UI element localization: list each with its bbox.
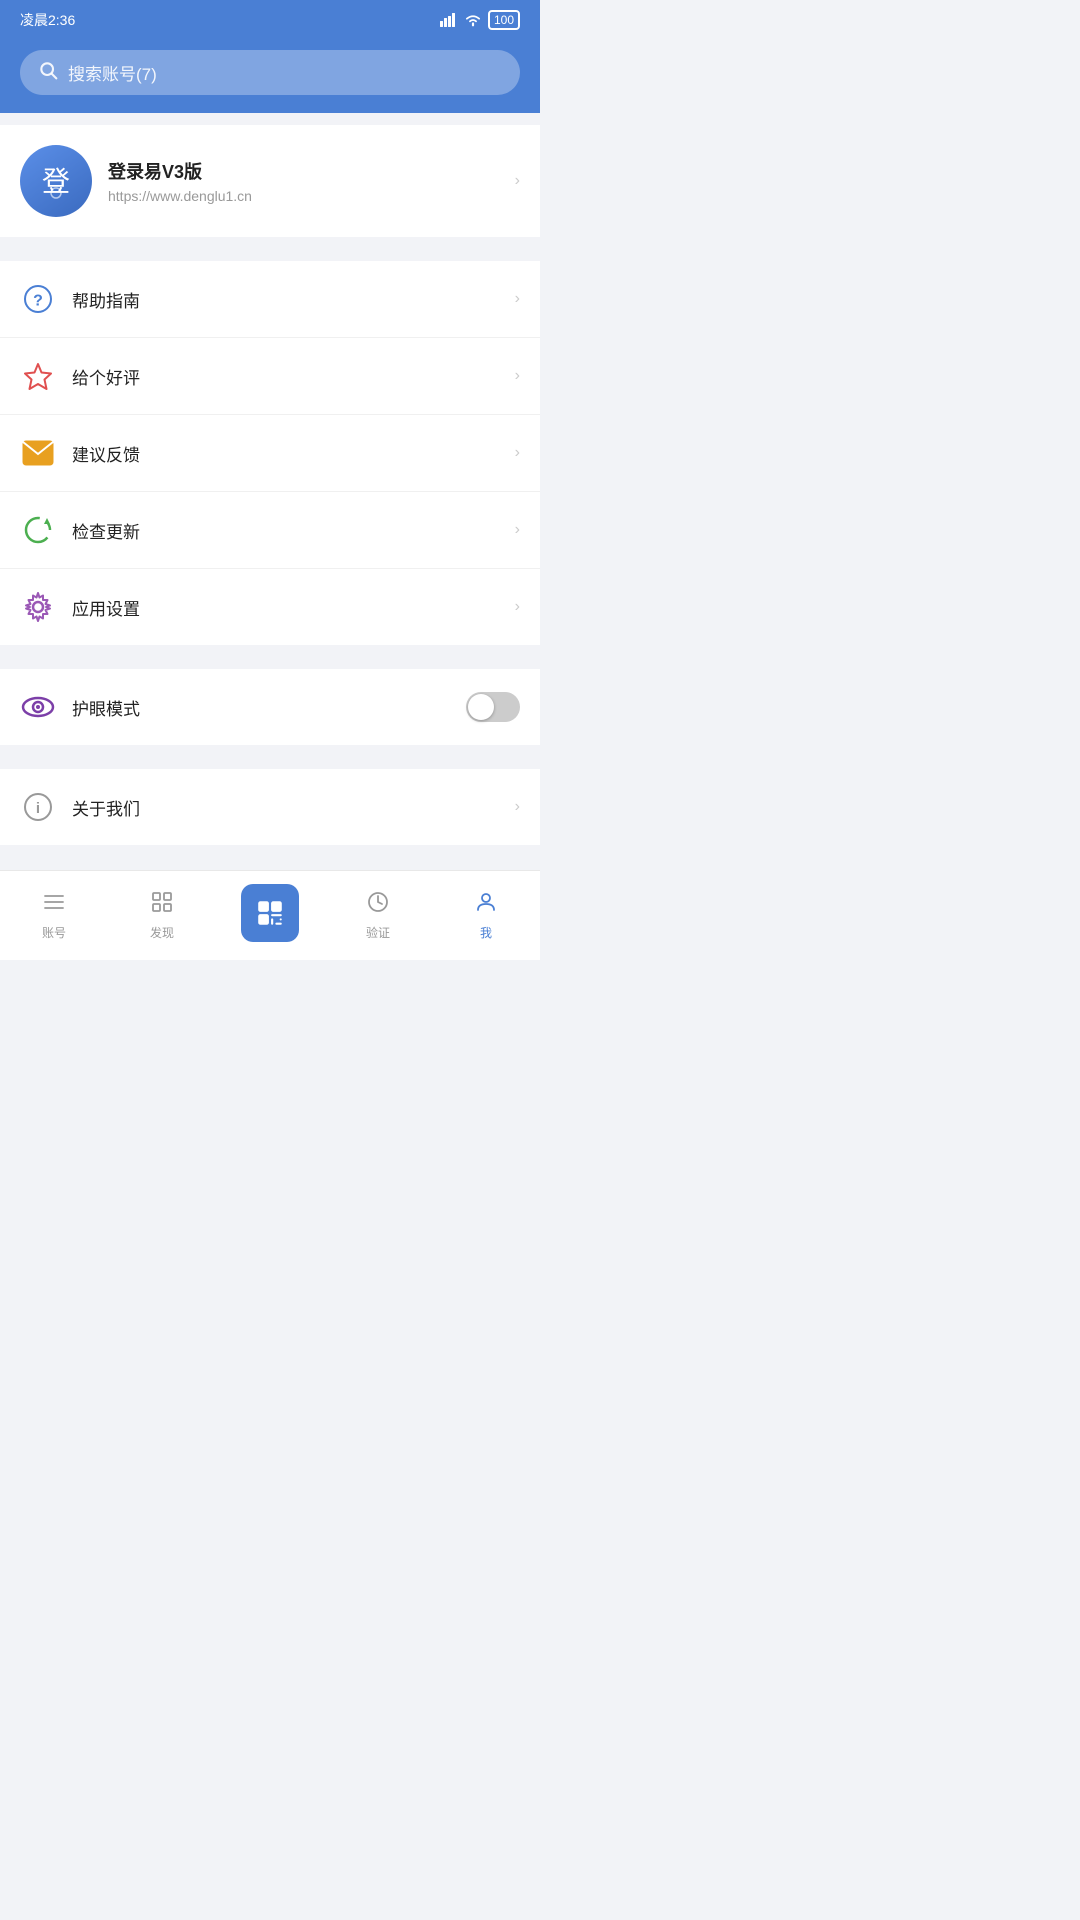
menu-item-about[interactable]: i 关于我们 ›	[0, 769, 540, 845]
menu-item-eye-mode[interactable]: 护眼模式	[0, 669, 540, 745]
nav-label-discover: 发现	[150, 924, 174, 941]
search-bar[interactable]: 搜索账号(7)	[20, 50, 520, 95]
menu-label-help: 帮助指南	[72, 287, 499, 312]
battery-indicator: 100	[488, 10, 520, 30]
chevron-feedback: ›	[515, 444, 520, 462]
nav-label-me: 我	[480, 924, 492, 941]
nav-scan-button[interactable]	[241, 884, 299, 942]
nav-item-accounts[interactable]: 账号	[0, 871, 108, 960]
wifi-icon	[464, 13, 482, 27]
nav-me-icon	[474, 890, 498, 920]
svg-text:?: ?	[33, 292, 43, 309]
chevron-settings: ›	[515, 598, 520, 616]
menu-item-rate[interactable]: 给个好评 ›	[0, 338, 540, 415]
menu-label-eye-mode: 护眼模式	[72, 695, 450, 720]
about-section-gap	[0, 745, 540, 757]
menu-item-update[interactable]: 检查更新 ›	[0, 492, 540, 569]
app-logo-icon: 登	[32, 157, 80, 205]
app-name: 登录易V3版	[108, 158, 499, 184]
about-section: i 关于我们 ›	[0, 769, 540, 845]
toggle-knob	[468, 694, 494, 720]
bottom-nav: 账号 发现	[0, 870, 540, 960]
search-icon	[38, 60, 58, 85]
menu-section: ? 帮助指南 › 给个好评 › 建议反馈	[0, 261, 540, 645]
app-logo: 登	[20, 145, 92, 217]
nav-item-discover[interactable]: 发现	[108, 871, 216, 960]
eye-icon	[20, 689, 56, 725]
app-card[interactable]: 登 登录易V3版 https://www.denglu1.cn ›	[0, 125, 540, 237]
chevron-help: ›	[515, 290, 520, 308]
content-area: 登 登录易V3版 https://www.denglu1.cn › ? 帮助指南…	[0, 113, 540, 983]
eye-section-gap	[0, 645, 540, 657]
mail-icon	[20, 435, 56, 471]
top-divider	[0, 113, 540, 125]
app-card-chevron: ›	[515, 172, 520, 190]
nav-label-accounts: 账号	[42, 924, 66, 941]
menu-label-about: 关于我们	[72, 795, 499, 820]
search-container: 搜索账号(7)	[0, 40, 540, 113]
refresh-icon	[20, 512, 56, 548]
app-url: https://www.denglu1.cn	[108, 188, 499, 204]
nav-accounts-icon	[42, 890, 66, 920]
menu-label-settings: 应用设置	[72, 595, 499, 620]
menu-section-gap	[0, 237, 540, 249]
chevron-about: ›	[515, 798, 520, 816]
nav-item-verify[interactable]: 验证	[324, 871, 432, 960]
nav-item-me[interactable]: 我	[432, 871, 540, 960]
star-icon	[20, 358, 56, 394]
app-info: 登录易V3版 https://www.denglu1.cn	[108, 158, 499, 204]
svg-text:登: 登	[42, 166, 70, 197]
svg-text:i: i	[36, 800, 40, 817]
menu-label-update: 检查更新	[72, 518, 499, 543]
chevron-update: ›	[515, 521, 520, 539]
nav-label-verify: 验证	[366, 924, 390, 941]
menu-item-settings[interactable]: 应用设置 ›	[0, 569, 540, 645]
menu-label-feedback: 建议反馈	[72, 441, 499, 466]
search-placeholder: 搜索账号(7)	[68, 60, 157, 85]
gear-icon	[20, 589, 56, 625]
signal-icon	[440, 13, 458, 27]
help-icon: ?	[20, 281, 56, 317]
chevron-rate: ›	[515, 367, 520, 385]
info-icon: i	[20, 789, 56, 825]
menu-label-rate: 给个好评	[72, 364, 499, 389]
status-icons: 100	[440, 10, 520, 30]
nav-item-scan[interactable]	[216, 871, 324, 960]
nav-discover-icon	[150, 890, 174, 920]
scan-icon	[255, 898, 285, 928]
menu-item-feedback[interactable]: 建议反馈 ›	[0, 415, 540, 492]
eye-mode-section: 护眼模式	[0, 669, 540, 745]
nav-verify-icon	[366, 890, 390, 920]
status-time: 凌晨2:36	[20, 10, 75, 30]
status-bar: 凌晨2:36 100	[0, 0, 540, 40]
menu-item-help[interactable]: ? 帮助指南 ›	[0, 261, 540, 338]
eye-mode-toggle[interactable]	[466, 692, 520, 722]
